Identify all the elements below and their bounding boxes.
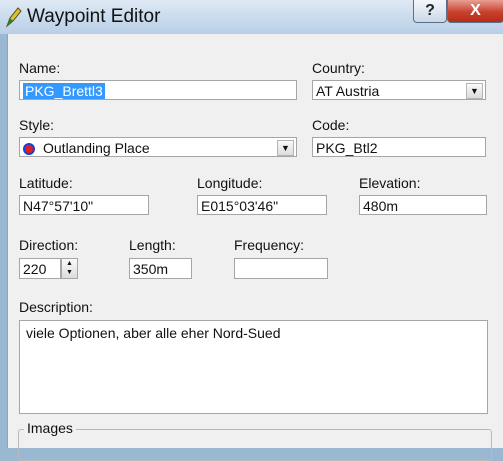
pencil-icon — [5, 7, 22, 28]
country-label: Country: — [312, 60, 365, 76]
spin-down-icon[interactable]: ▼ — [62, 268, 77, 277]
length-label: Length: — [129, 237, 176, 253]
latitude-label: Latitude: — [19, 175, 73, 191]
frequency-field[interactable] — [234, 258, 328, 279]
chevron-down-icon[interactable]: ▼ — [277, 140, 294, 156]
close-button[interactable]: X — [447, 0, 503, 23]
direction-field[interactable]: 220 — [19, 258, 61, 279]
latitude-field[interactable]: N47°57'10" — [19, 195, 149, 215]
images-group — [18, 429, 492, 461]
name-label: Name: — [19, 60, 61, 76]
style-select[interactable]: Outlanding Place ▼ — [19, 137, 297, 157]
outlanding-place-icon — [23, 143, 35, 155]
country-select[interactable]: AT Austria ▼ — [312, 80, 486, 100]
frequency-label: Frequency: — [234, 237, 305, 253]
direction-label: Direction: — [19, 237, 79, 253]
style-label: Style: — [19, 117, 55, 133]
chevron-down-icon[interactable]: ▼ — [466, 83, 483, 99]
name-field[interactable]: PKG_Brettl3 — [19, 80, 297, 100]
name-value: PKG_Brettl3 — [23, 83, 105, 99]
help-button[interactable]: ? — [413, 0, 447, 23]
title-bar[interactable]: Waypoint Editor ? X — [0, 0, 503, 34]
code-field[interactable]: PKG_Btl2 — [312, 137, 486, 157]
code-label: Code: — [312, 117, 350, 133]
longitude-field[interactable]: E015°03'46" — [197, 195, 327, 215]
window-title: Waypoint Editor — [27, 6, 161, 27]
longitude-label: Longitude: — [197, 175, 263, 191]
images-group-label: Images — [24, 420, 76, 436]
elevation-field[interactable]: 480m — [359, 195, 487, 215]
style-value: Outlanding Place — [43, 140, 150, 156]
elevation-label: Elevation: — [359, 175, 421, 191]
length-field[interactable]: 350m — [129, 258, 192, 279]
spin-up-icon[interactable]: ▲ — [62, 259, 77, 268]
description-textarea[interactable]: viele Optionen, aber alle eher Nord-Sued — [19, 320, 488, 414]
direction-spinner[interactable]: ▲ ▼ — [61, 258, 78, 279]
country-value: AT Austria — [316, 83, 380, 99]
description-label: Description: — [19, 299, 93, 315]
